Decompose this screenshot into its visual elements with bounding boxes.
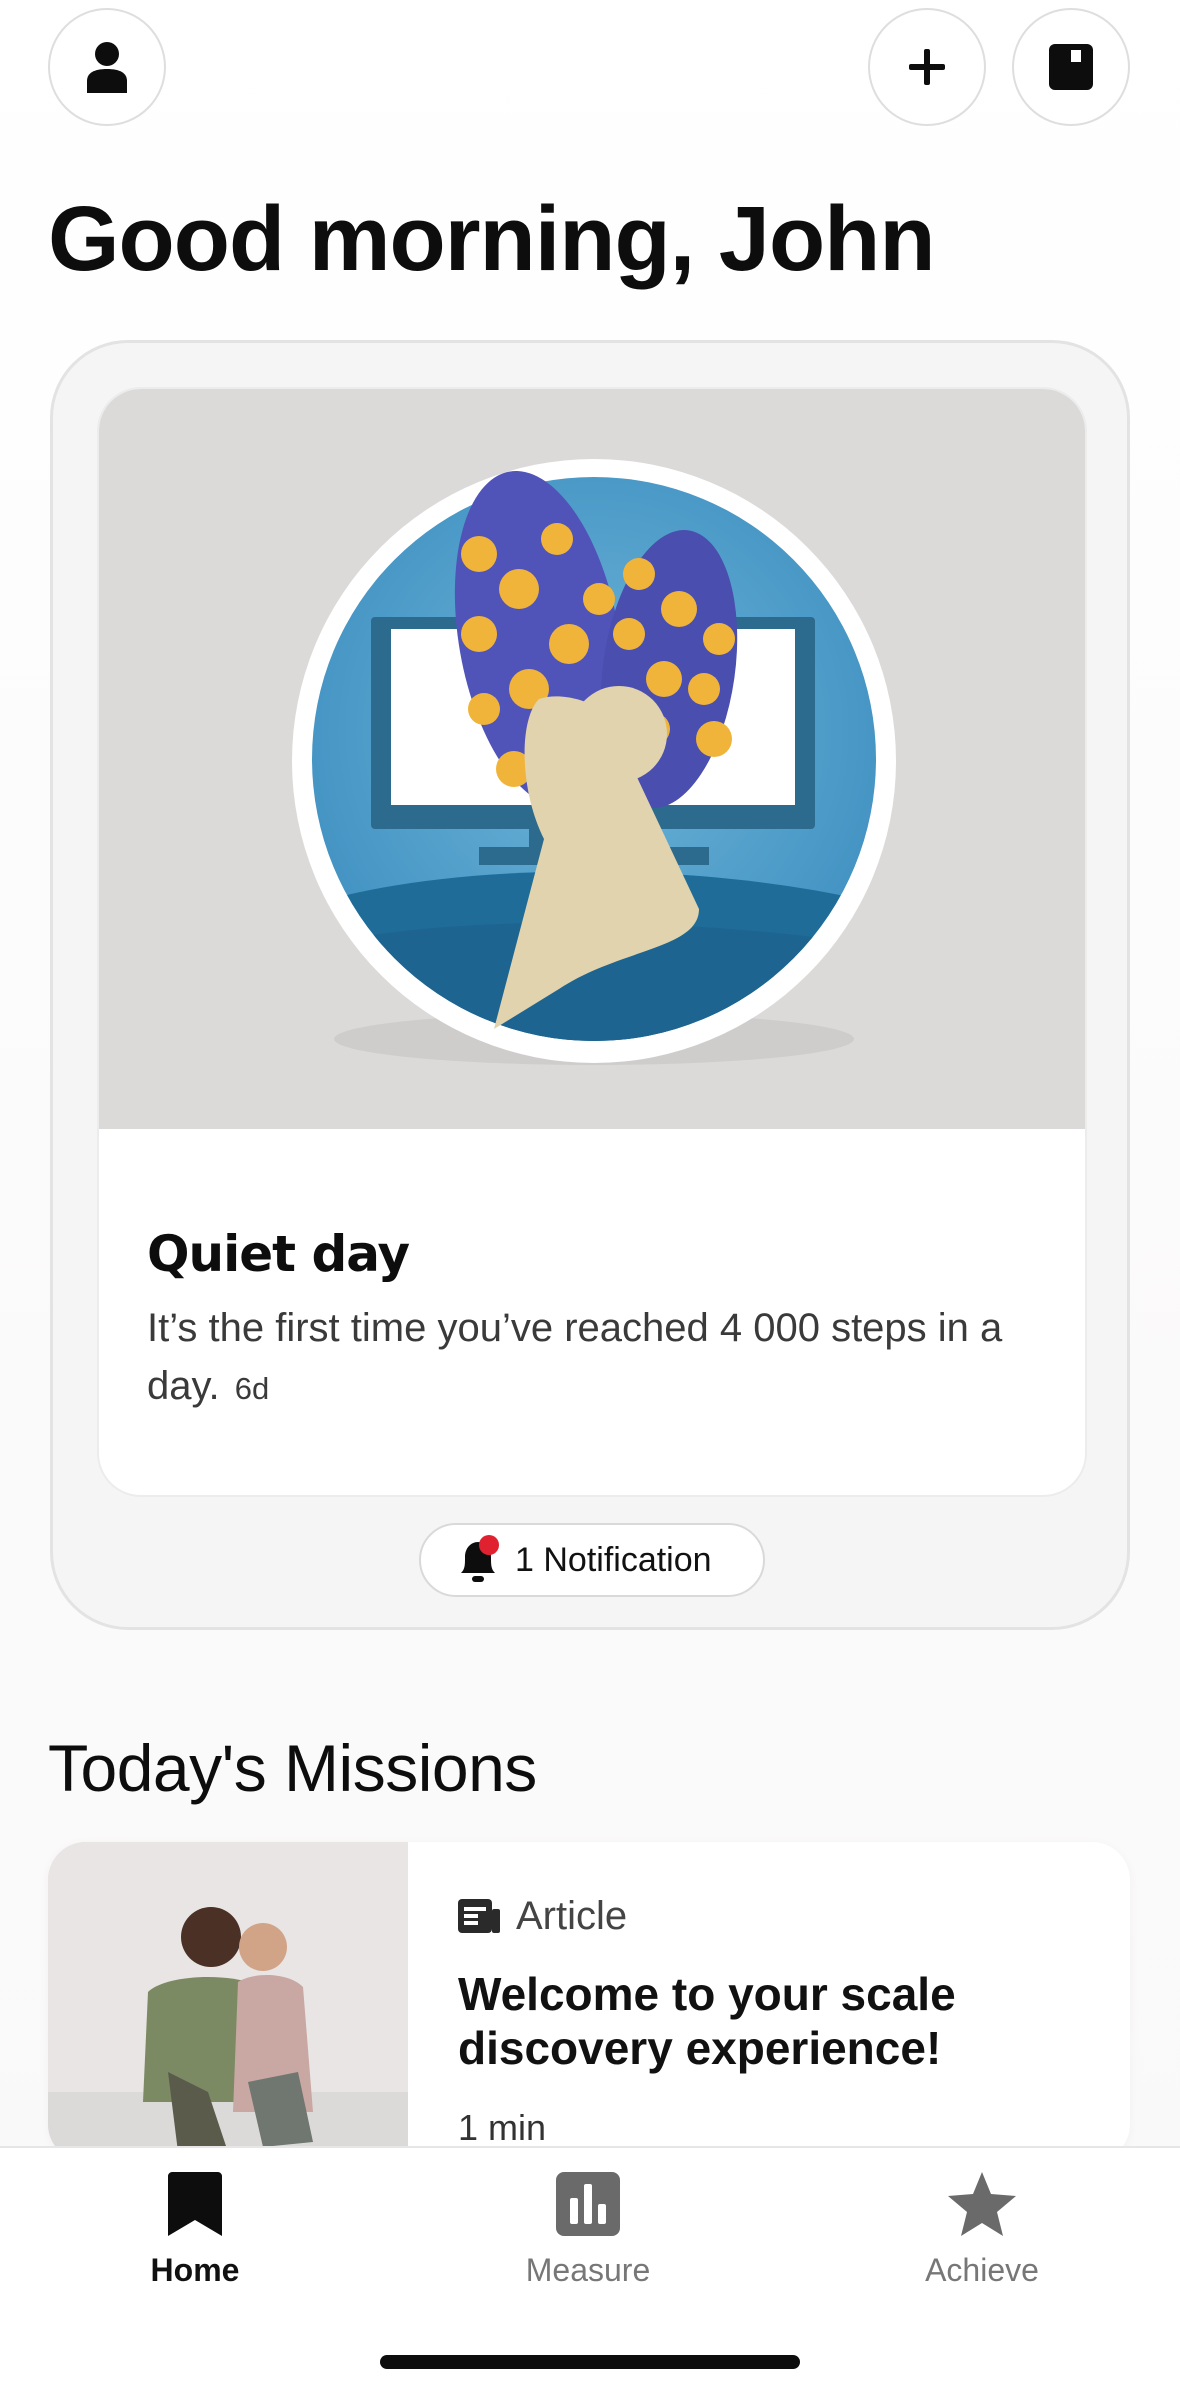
notebook-button[interactable] xyxy=(1012,8,1130,126)
feed-timestamp: 6d xyxy=(234,1371,270,1406)
mission-card[interactable]: Article Welcome to your scale discovery … xyxy=(48,1842,1130,2162)
feed-description: It’s the first time you’ve reached 4 000… xyxy=(147,1299,1047,1418)
bookmark-icon xyxy=(168,2172,222,2236)
feed-title: Quiet day xyxy=(147,1225,410,1283)
notification-button[interactable]: 1 Notification xyxy=(419,1523,765,1597)
home-indicator xyxy=(380,2355,800,2369)
bell-icon xyxy=(461,1535,499,1582)
add-button[interactable] xyxy=(868,8,986,126)
tab-home[interactable]: Home xyxy=(75,2172,315,2289)
mission-thumbnail xyxy=(48,1842,408,2162)
profile-button[interactable] xyxy=(48,8,166,126)
mission-duration: 1 min xyxy=(458,2107,547,2148)
article-icon xyxy=(458,1898,500,1933)
tab-achieve-label: Achieve xyxy=(925,2252,1039,2288)
missions-section-title: Today's Missions xyxy=(48,1731,537,1805)
feed-item[interactable]: Quiet day It’s the first time you’ve rea… xyxy=(97,387,1087,1497)
tab-measure-label: Measure xyxy=(525,2252,651,2288)
tab-home-label: Home xyxy=(150,2252,240,2288)
plus-icon xyxy=(909,49,945,85)
mission-type-label: Article xyxy=(516,1894,628,1938)
person-icon xyxy=(87,42,127,93)
mission-type: Article xyxy=(458,1894,627,1939)
notebook-icon xyxy=(1049,44,1093,90)
tab-measure[interactable]: Measure xyxy=(468,2172,708,2289)
feed-card[interactable]: Quiet day It’s the first time you’ve rea… xyxy=(50,340,1130,1630)
mission-title: Welcome to your scale discovery experien… xyxy=(458,1968,956,2074)
star-icon xyxy=(948,2172,1016,2236)
bar-chart-icon xyxy=(556,2172,620,2236)
tab-achieve[interactable]: Achieve xyxy=(862,2172,1102,2289)
notification-label: 1 Notification xyxy=(515,1540,712,1579)
greeting-title: Good morning, John xyxy=(48,188,936,290)
feed-text: It’s the first time you’ve reached 4 000… xyxy=(147,1306,1003,1408)
notification-badge xyxy=(479,1535,499,1555)
quiet-day-illustration xyxy=(99,389,1085,1129)
